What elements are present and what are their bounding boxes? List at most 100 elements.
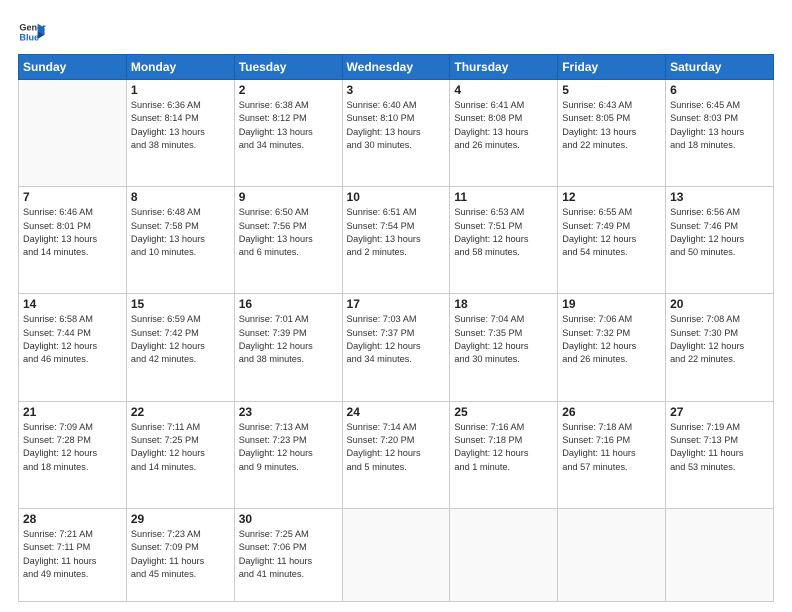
calendar-cell: 3 Sunrise: 6:40 AMSunset: 8:10 PMDaylight… bbox=[342, 80, 450, 187]
cell-daylight-info: Sunrise: 6:40 AMSunset: 8:10 PMDaylight:… bbox=[347, 99, 446, 152]
calendar-cell bbox=[450, 508, 558, 601]
cell-daylight-info: Sunrise: 7:09 AMSunset: 7:28 PMDaylight:… bbox=[23, 421, 122, 474]
cell-daylight-info: Sunrise: 7:19 AMSunset: 7:13 PMDaylight:… bbox=[670, 421, 769, 474]
cell-daylight-info: Sunrise: 6:58 AMSunset: 7:44 PMDaylight:… bbox=[23, 313, 122, 366]
day-number: 3 bbox=[347, 83, 446, 97]
cell-daylight-info: Sunrise: 7:03 AMSunset: 7:37 PMDaylight:… bbox=[347, 313, 446, 366]
day-number: 2 bbox=[239, 83, 338, 97]
calendar-week-5: 28 Sunrise: 7:21 AMSunset: 7:11 PMDayligh… bbox=[19, 508, 774, 601]
day-number: 5 bbox=[562, 83, 661, 97]
day-number: 11 bbox=[454, 190, 553, 204]
day-number: 29 bbox=[131, 512, 230, 526]
calendar-cell: 8 Sunrise: 6:48 AMSunset: 7:58 PMDaylight… bbox=[126, 187, 234, 294]
calendar-cell: 16 Sunrise: 7:01 AMSunset: 7:39 PMDayligh… bbox=[234, 294, 342, 401]
day-header-wednesday: Wednesday bbox=[342, 55, 450, 80]
day-number: 4 bbox=[454, 83, 553, 97]
calendar-cell: 4 Sunrise: 6:41 AMSunset: 8:08 PMDaylight… bbox=[450, 80, 558, 187]
calendar-cell: 14 Sunrise: 6:58 AMSunset: 7:44 PMDayligh… bbox=[19, 294, 127, 401]
cell-daylight-info: Sunrise: 7:14 AMSunset: 7:20 PMDaylight:… bbox=[347, 421, 446, 474]
day-number: 13 bbox=[670, 190, 769, 204]
calendar-cell: 9 Sunrise: 6:50 AMSunset: 7:56 PMDaylight… bbox=[234, 187, 342, 294]
calendar-cell: 13Sunrise: 6:56 AMSunset: 7:46 PMDayligh… bbox=[666, 187, 774, 294]
day-number: 15 bbox=[131, 297, 230, 311]
day-number: 25 bbox=[454, 405, 553, 419]
day-number: 17 bbox=[347, 297, 446, 311]
calendar-week-3: 14 Sunrise: 6:58 AMSunset: 7:44 PMDayligh… bbox=[19, 294, 774, 401]
cell-daylight-info: Sunrise: 6:48 AMSunset: 7:58 PMDaylight:… bbox=[131, 206, 230, 259]
day-number: 14 bbox=[23, 297, 122, 311]
calendar-cell bbox=[666, 508, 774, 601]
day-number: 16 bbox=[239, 297, 338, 311]
calendar-cell: 20 Sunrise: 7:08 AMSunset: 7:30 PMDayligh… bbox=[666, 294, 774, 401]
cell-daylight-info: Sunrise: 6:43 AMSunset: 8:05 PMDaylight:… bbox=[562, 99, 661, 152]
calendar-cell: 24 Sunrise: 7:14 AMSunset: 7:20 PMDayligh… bbox=[342, 401, 450, 508]
day-header-thursday: Thursday bbox=[450, 55, 558, 80]
page-header: General Blue bbox=[18, 18, 774, 46]
day-header-sunday: Sunday bbox=[19, 55, 127, 80]
calendar-cell: 18Sunrise: 7:04 AMSunset: 7:35 PMDayligh… bbox=[450, 294, 558, 401]
calendar-cell: 21 Sunrise: 7:09 AMSunset: 7:28 PMDayligh… bbox=[19, 401, 127, 508]
day-number: 12 bbox=[562, 190, 661, 204]
day-number: 19 bbox=[562, 297, 661, 311]
calendar-header-row: SundayMondayTuesdayWednesdayThursdayFrid… bbox=[19, 55, 774, 80]
cell-daylight-info: Sunrise: 6:36 AMSunset: 8:14 PMDaylight:… bbox=[131, 99, 230, 152]
day-number: 23 bbox=[239, 405, 338, 419]
day-number: 21 bbox=[23, 405, 122, 419]
cell-daylight-info: Sunrise: 7:04 AMSunset: 7:35 PMDaylight:… bbox=[454, 313, 553, 366]
cell-daylight-info: Sunrise: 7:21 AMSunset: 7:11 PMDaylight:… bbox=[23, 528, 122, 581]
cell-daylight-info: Sunrise: 6:59 AMSunset: 7:42 PMDaylight:… bbox=[131, 313, 230, 366]
calendar-cell bbox=[19, 80, 127, 187]
cell-daylight-info: Sunrise: 6:51 AMSunset: 7:54 PMDaylight:… bbox=[347, 206, 446, 259]
cell-daylight-info: Sunrise: 6:53 AMSunset: 7:51 PMDaylight:… bbox=[454, 206, 553, 259]
calendar-cell: 15 Sunrise: 6:59 AMSunset: 7:42 PMDayligh… bbox=[126, 294, 234, 401]
cell-daylight-info: Sunrise: 7:08 AMSunset: 7:30 PMDaylight:… bbox=[670, 313, 769, 366]
day-header-tuesday: Tuesday bbox=[234, 55, 342, 80]
calendar-cell: 26Sunrise: 7:18 AMSunset: 7:16 PMDayligh… bbox=[558, 401, 666, 508]
calendar-cell: 19 Sunrise: 7:06 AMSunset: 7:32 PMDayligh… bbox=[558, 294, 666, 401]
cell-daylight-info: Sunrise: 7:01 AMSunset: 7:39 PMDaylight:… bbox=[239, 313, 338, 366]
calendar-cell: 22Sunrise: 7:11 AMSunset: 7:25 PMDayligh… bbox=[126, 401, 234, 508]
cell-daylight-info: Sunrise: 6:45 AMSunset: 8:03 PMDaylight:… bbox=[670, 99, 769, 152]
calendar-cell: 30Sunrise: 7:25 AMSunset: 7:06 PMDayligh… bbox=[234, 508, 342, 601]
calendar-cell: 6 Sunrise: 6:45 AMSunset: 8:03 PMDaylight… bbox=[666, 80, 774, 187]
cell-daylight-info: Sunrise: 6:55 AMSunset: 7:49 PMDaylight:… bbox=[562, 206, 661, 259]
cell-daylight-info: Sunrise: 6:46 AMSunset: 8:01 PMDaylight:… bbox=[23, 206, 122, 259]
day-number: 6 bbox=[670, 83, 769, 97]
svg-text:Blue: Blue bbox=[19, 32, 39, 42]
calendar-cell: 5 Sunrise: 6:43 AMSunset: 8:05 PMDaylight… bbox=[558, 80, 666, 187]
cell-daylight-info: Sunrise: 6:41 AMSunset: 8:08 PMDaylight:… bbox=[454, 99, 553, 152]
day-number: 20 bbox=[670, 297, 769, 311]
cell-daylight-info: Sunrise: 6:38 AMSunset: 8:12 PMDaylight:… bbox=[239, 99, 338, 152]
day-number: 30 bbox=[239, 512, 338, 526]
calendar-cell bbox=[342, 508, 450, 601]
calendar-cell bbox=[558, 508, 666, 601]
day-number: 8 bbox=[131, 190, 230, 204]
cell-daylight-info: Sunrise: 7:13 AMSunset: 7:23 PMDaylight:… bbox=[239, 421, 338, 474]
day-number: 24 bbox=[347, 405, 446, 419]
day-number: 9 bbox=[239, 190, 338, 204]
cell-daylight-info: Sunrise: 7:23 AMSunset: 7:09 PMDaylight:… bbox=[131, 528, 230, 581]
calendar-cell: 17 Sunrise: 7:03 AMSunset: 7:37 PMDayligh… bbox=[342, 294, 450, 401]
calendar-cell: 11 Sunrise: 6:53 AMSunset: 7:51 PMDayligh… bbox=[450, 187, 558, 294]
logo: General Blue bbox=[18, 18, 50, 46]
calendar-cell: 2 Sunrise: 6:38 AMSunset: 8:12 PMDaylight… bbox=[234, 80, 342, 187]
logo-icon: General Blue bbox=[18, 18, 46, 46]
day-header-friday: Friday bbox=[558, 55, 666, 80]
calendar-cell: 25 Sunrise: 7:16 AMSunset: 7:18 PMDayligh… bbox=[450, 401, 558, 508]
calendar-cell: 7Sunrise: 6:46 AMSunset: 8:01 PMDaylight… bbox=[19, 187, 127, 294]
cell-daylight-info: Sunrise: 6:50 AMSunset: 7:56 PMDaylight:… bbox=[239, 206, 338, 259]
cell-daylight-info: Sunrise: 7:16 AMSunset: 7:18 PMDaylight:… bbox=[454, 421, 553, 474]
calendar-cell: 29 Sunrise: 7:23 AMSunset: 7:09 PMDayligh… bbox=[126, 508, 234, 601]
day-number: 28 bbox=[23, 512, 122, 526]
day-number: 22 bbox=[131, 405, 230, 419]
calendar-cell: 12 Sunrise: 6:55 AMSunset: 7:49 PMDayligh… bbox=[558, 187, 666, 294]
calendar-table: SundayMondayTuesdayWednesdayThursdayFrid… bbox=[18, 54, 774, 602]
day-header-monday: Monday bbox=[126, 55, 234, 80]
calendar-week-1: 1 Sunrise: 6:36 AMSunset: 8:14 PMDaylight… bbox=[19, 80, 774, 187]
day-number: 26 bbox=[562, 405, 661, 419]
calendar-week-4: 21 Sunrise: 7:09 AMSunset: 7:28 PMDayligh… bbox=[19, 401, 774, 508]
cell-daylight-info: Sunrise: 7:06 AMSunset: 7:32 PMDaylight:… bbox=[562, 313, 661, 366]
calendar-cell: 10Sunrise: 6:51 AMSunset: 7:54 PMDayligh… bbox=[342, 187, 450, 294]
calendar-cell: 1 Sunrise: 6:36 AMSunset: 8:14 PMDaylight… bbox=[126, 80, 234, 187]
day-number: 1 bbox=[131, 83, 230, 97]
